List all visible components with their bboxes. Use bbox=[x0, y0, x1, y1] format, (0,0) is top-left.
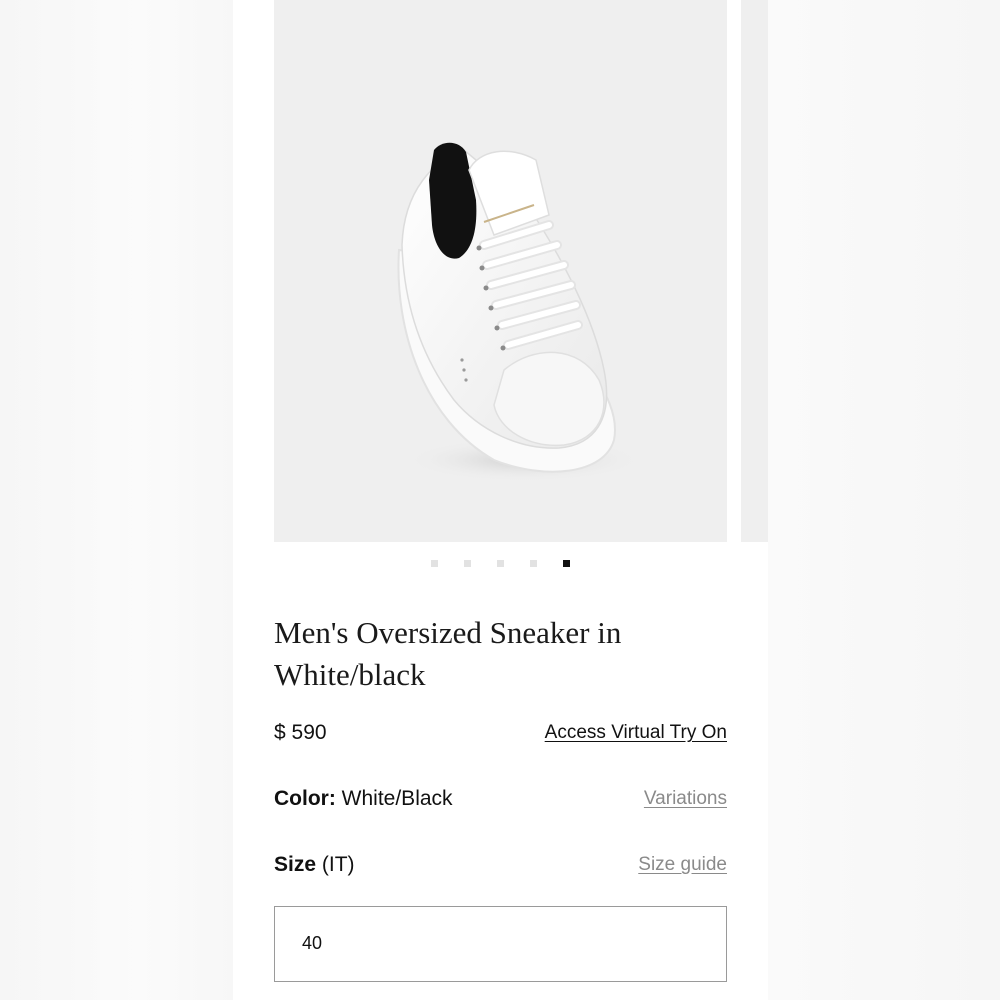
color-label: Color: bbox=[274, 787, 336, 810]
pagination-dot-2[interactable] bbox=[464, 560, 471, 567]
color-row: Color: White/Black Variations bbox=[274, 784, 727, 814]
size-label: Size bbox=[274, 853, 317, 876]
pagination-dot-1[interactable] bbox=[431, 560, 438, 567]
right-background bbox=[768, 0, 1000, 1000]
size-info: Size (IT) bbox=[274, 850, 355, 880]
gallery-slide-current[interactable] bbox=[274, 0, 727, 542]
size-selected-value: 40 bbox=[302, 933, 323, 953]
size-row: Size (IT) Size guide bbox=[274, 850, 727, 880]
product-page: Men's Oversized Sneaker in White/black $… bbox=[233, 0, 768, 1000]
variations-link[interactable]: Variations bbox=[644, 784, 727, 814]
pagination-dot-4[interactable] bbox=[530, 560, 537, 567]
product-price: $ 590 bbox=[274, 721, 327, 744]
size-select[interactable]: 40 bbox=[274, 906, 727, 982]
price-row: $ 590 Access Virtual Try On bbox=[274, 718, 727, 748]
color-value: White/Black bbox=[341, 787, 453, 810]
size-unit: (IT) bbox=[321, 853, 355, 876]
gallery-slide-next[interactable] bbox=[741, 0, 768, 542]
size-guide-link[interactable]: Size guide bbox=[638, 850, 727, 880]
left-background bbox=[0, 0, 233, 1000]
gallery-pagination bbox=[233, 560, 768, 572]
color-info: Color: White/Black bbox=[274, 784, 453, 814]
pagination-dot-5-active[interactable] bbox=[563, 560, 570, 567]
product-title: Men's Oversized Sneaker in White/black bbox=[274, 615, 622, 692]
pagination-dot-3[interactable] bbox=[497, 560, 504, 567]
product-gallery[interactable] bbox=[233, 0, 768, 542]
virtual-try-on-link[interactable]: Access Virtual Try On bbox=[545, 718, 727, 748]
product-image-sneaker bbox=[397, 142, 644, 482]
